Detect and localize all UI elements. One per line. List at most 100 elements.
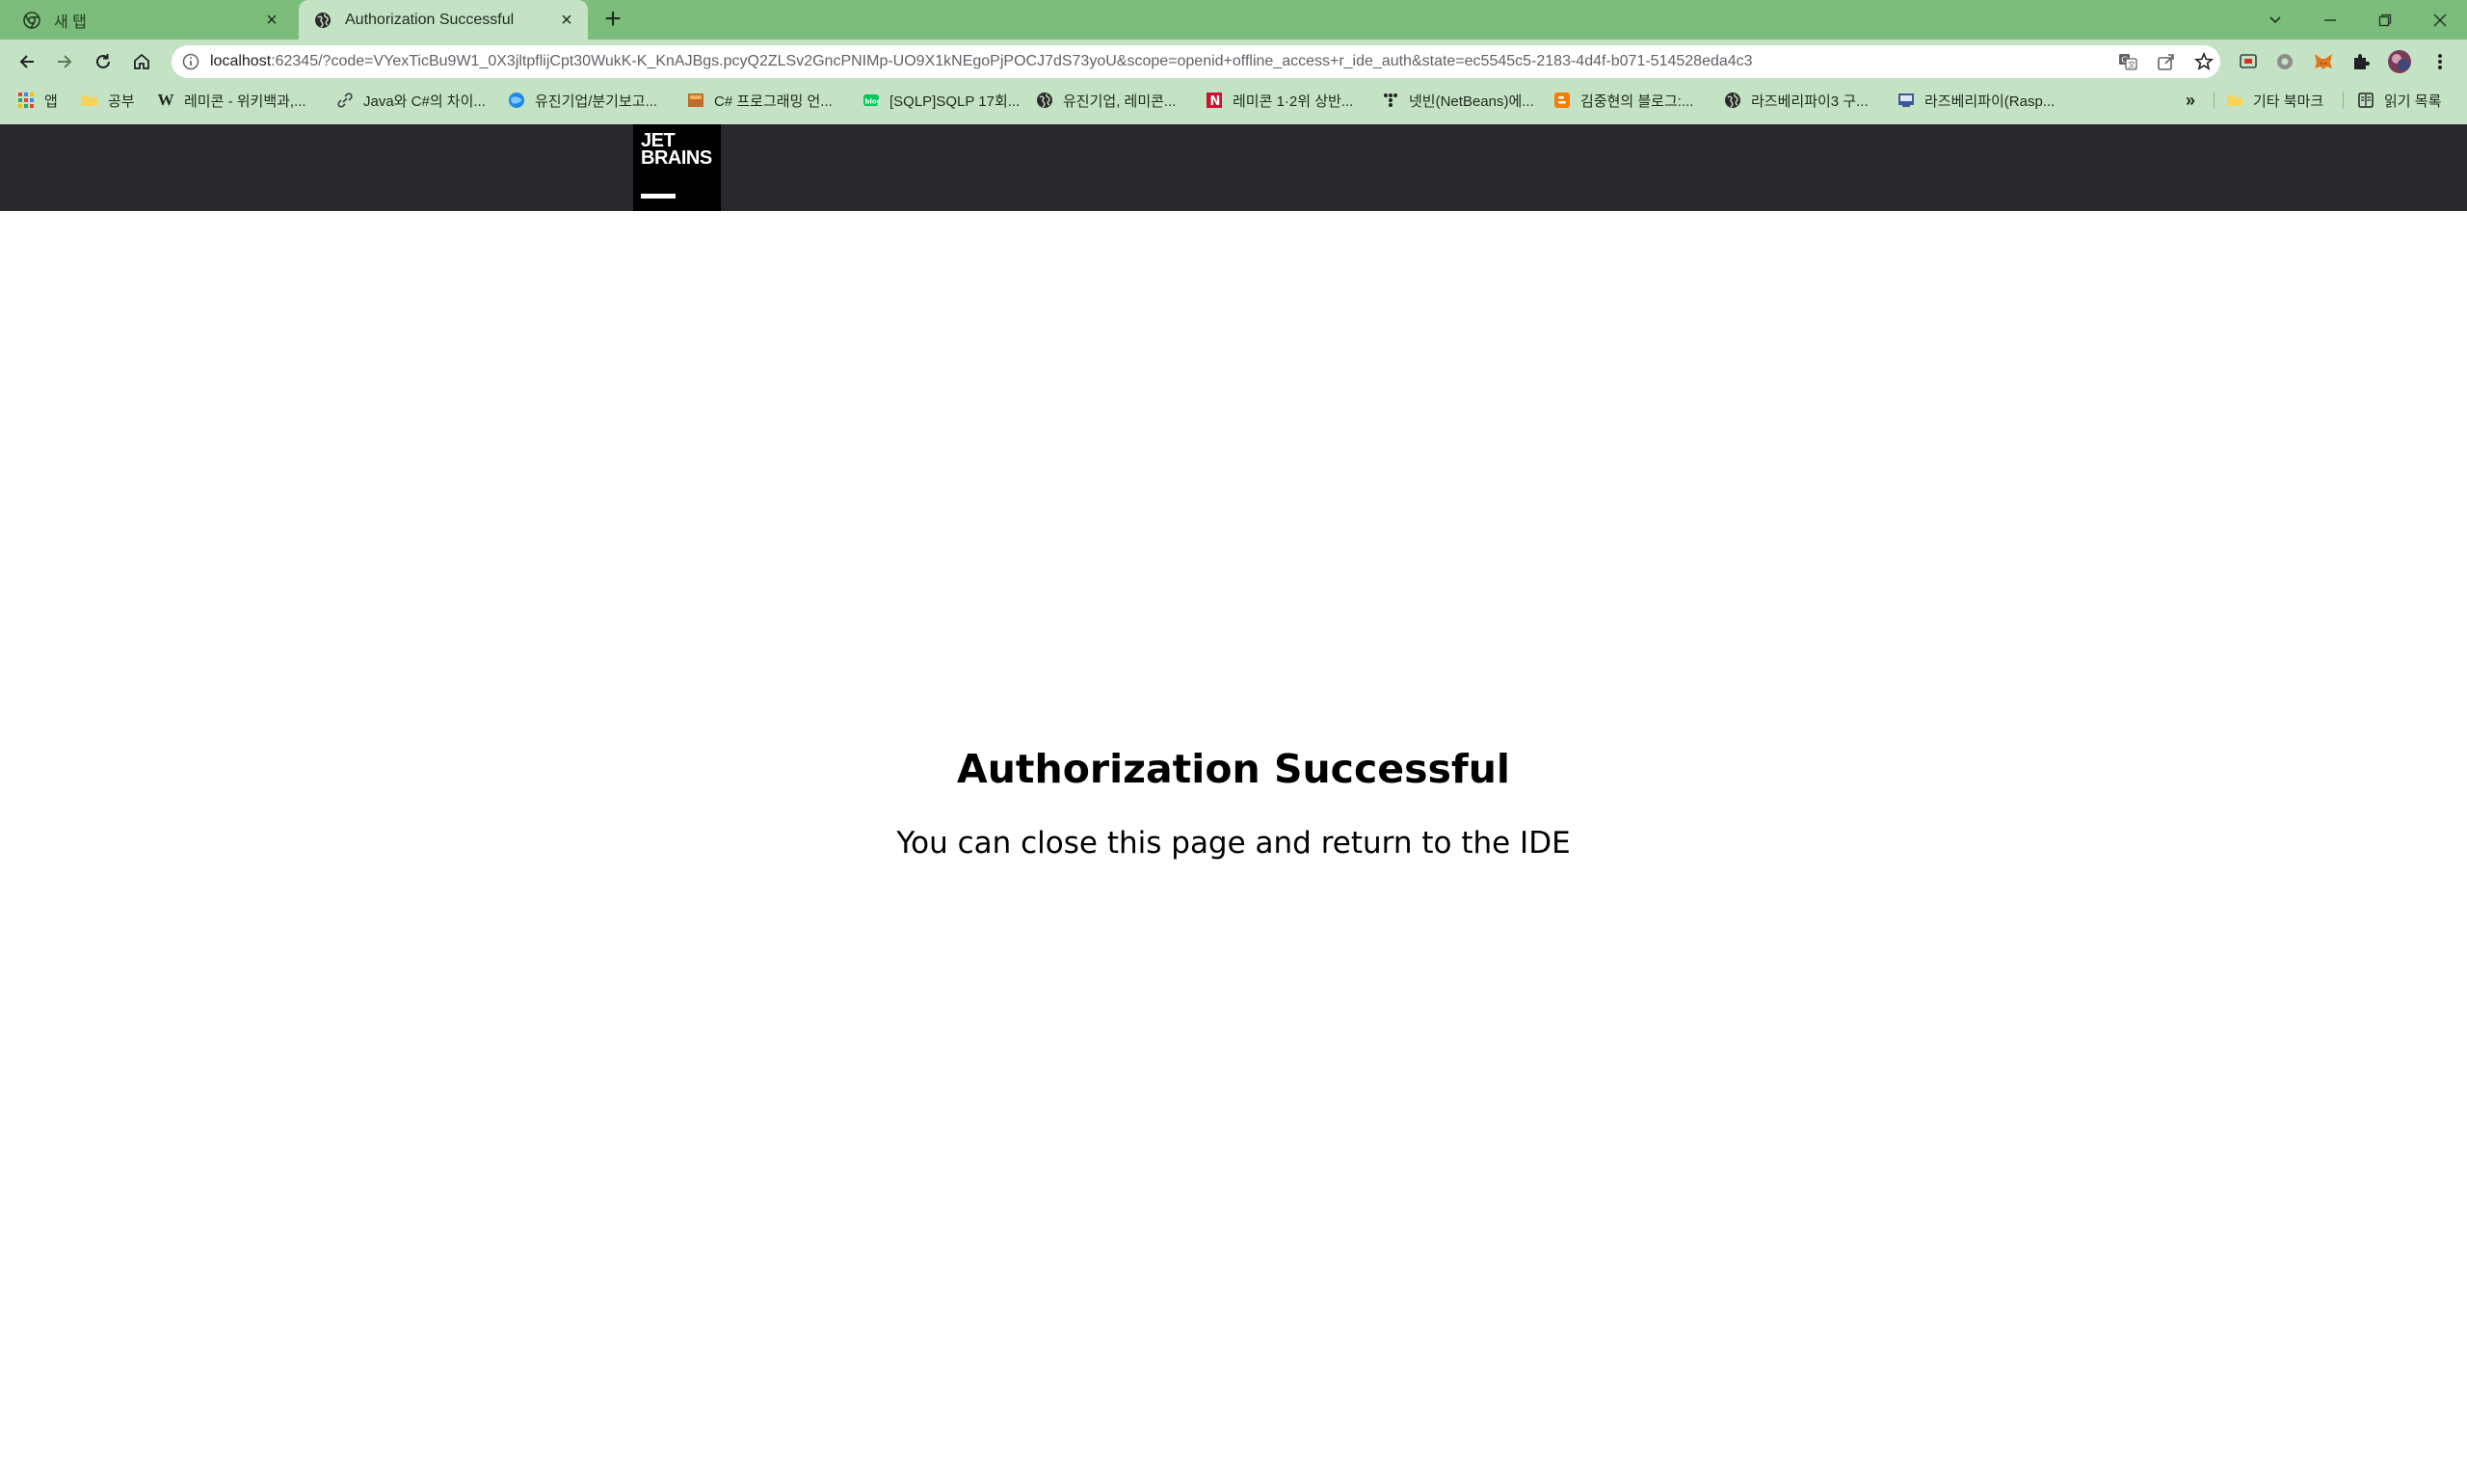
svg-text:文: 文	[2128, 60, 2135, 69]
blue-globe-icon	[508, 92, 525, 109]
new-tab-button[interactable]: +	[599, 3, 626, 35]
metamask-fox-icon[interactable]	[2311, 49, 2336, 74]
bookmark-label: 유진기업/분기보고...	[535, 93, 658, 110]
minimize-icon	[2323, 18, 2336, 21]
bookmark-wikipedia[interactable]: W 레미콘 - 위키백과,...	[157, 84, 306, 117]
blog-icon: blog	[862, 92, 880, 109]
bookmark-label: 공부	[108, 93, 135, 110]
bookmark-label: 김중현의 블로그:...	[1580, 93, 1694, 110]
bookmark-label: 라즈베리파이3 구...	[1751, 93, 1869, 110]
link-icon	[336, 92, 354, 109]
bookmark-sqlp[interactable]: blog [SQLP]SQLP 17회...	[862, 84, 1020, 117]
browser-toolbar: localhost:62345/?code=VYexTicBu9W1_0X3jl…	[0, 40, 2467, 84]
folder-icon	[81, 92, 98, 109]
reload-icon	[96, 54, 110, 68]
bookmark-netbeans[interactable]: 넷빈(NetBeans)에...	[1382, 84, 1534, 117]
chrome-icon	[23, 11, 40, 29]
globe-icon	[314, 12, 332, 29]
bookmark-java-csharp[interactable]: Java와 C#의 차이...	[336, 84, 486, 117]
bookmark-label: 유진기업, 레미콘...	[1063, 93, 1177, 110]
bookmark-label: 읽기 목록	[2384, 93, 2442, 110]
share-icon[interactable]	[2157, 52, 2176, 71]
page-subtitle: You can close this page and return to th…	[896, 826, 1571, 861]
tab-title: 새 탭	[54, 13, 87, 31]
avatar[interactable]	[2387, 49, 2412, 74]
restore-button[interactable]	[2357, 0, 2412, 40]
tab-search-button[interactable]	[2247, 0, 2302, 40]
reading-list-icon	[2357, 92, 2374, 109]
bookmark-label: 넷빈(NetBeans)에...	[1409, 93, 1534, 110]
bookmark-label: 레미콘 - 위키백과,...	[184, 93, 306, 110]
tab-title: Authorization Successful	[345, 11, 515, 28]
bookmark-raspberry-pi-3[interactable]: 라즈베리파이3 구...	[1724, 84, 1869, 117]
bookmarks-divider	[2343, 92, 2344, 109]
logo-underscore	[641, 194, 676, 199]
chevron-down-icon	[2268, 15, 2281, 23]
bookmark-label: C# 프로그래밍 언...	[714, 93, 833, 110]
restore-icon	[2378, 13, 2391, 26]
bookmark-label: Java와 C#의 차이...	[363, 93, 486, 110]
close-icon[interactable]: ×	[553, 7, 580, 34]
globe-icon	[1724, 92, 1741, 109]
logo-text: JET BRAINS	[641, 131, 712, 169]
star-icon[interactable]	[2194, 52, 2214, 71]
arrow-left-icon	[19, 55, 34, 68]
bookmarks-bar: 앱 공부 W 레미콘 - 위키백과,... Java와 C#의 차이... 유진…	[0, 84, 2467, 124]
tab-authorization[interactable]: Authorization Successful ×	[299, 0, 588, 40]
tab-strip: 새 탭 × Authorization Successful × +	[0, 0, 2467, 40]
bookmark-label: 레미콘 1·2위 상반...	[1233, 93, 1354, 110]
reload-button[interactable]	[88, 46, 119, 77]
bookmark-eugene-report[interactable]: 유진기업/분기보고...	[508, 84, 657, 117]
home-button[interactable]	[126, 46, 157, 77]
bookmark-folder-study[interactable]: 공부	[81, 84, 135, 117]
page-title: Authorization Successful	[957, 746, 1510, 792]
bookmarks-divider	[2214, 92, 2215, 109]
svg-text:blog: blog	[865, 98, 881, 106]
globe-icon	[1036, 92, 1053, 109]
apps-grid-icon	[17, 92, 35, 109]
minimize-button[interactable]	[2302, 0, 2357, 40]
translate-icon[interactable]: G文	[2118, 52, 2137, 71]
bookmark-other-bookmarks[interactable]: 기타 북마크	[2226, 84, 2323, 117]
back-button[interactable]	[12, 46, 42, 77]
bookmark-remicon-news[interactable]: N 레미콘 1·2위 상반...	[1206, 84, 1353, 117]
window-controls	[2247, 0, 2467, 40]
address-bar[interactable]: localhost:62345/?code=VYexTicBu9W1_0X3jl…	[172, 45, 2220, 78]
book-icon	[687, 92, 704, 109]
svg-text:N: N	[1210, 94, 1221, 109]
arrow-right-icon	[58, 55, 72, 68]
tab-new-tab[interactable]: 새 탭 ×	[8, 0, 293, 40]
close-icon	[2433, 13, 2446, 26]
bookmark-kim-blog[interactable]: 김중현의 블로그:...	[1553, 84, 1693, 117]
cast-icon[interactable]	[2236, 49, 2261, 74]
bookmarks-overflow-button[interactable]: »	[2186, 84, 2195, 117]
jetbrains-header: JET BRAINS	[0, 124, 2467, 211]
page-body: Authorization Successful You can close t…	[0, 211, 2467, 1484]
home-icon	[134, 53, 149, 69]
bookmark-label: 앱	[44, 93, 58, 110]
jetbrains-logo[interactable]: JET BRAINS	[633, 124, 721, 211]
more-vert-icon[interactable]	[2427, 49, 2453, 74]
blogger-icon	[1553, 92, 1571, 109]
bookmark-raspberry-pi[interactable]: 라즈베리파이(Rasp...	[1897, 84, 2055, 117]
close-icon[interactable]: ×	[258, 7, 285, 34]
forward-button[interactable]	[49, 46, 80, 77]
url-rest: :62345/?code=VYexTicBu9W1_0X3jltpflijCpt…	[271, 53, 1753, 69]
reading-list-button[interactable]: 읽기 목록	[2357, 84, 2441, 117]
bookmark-label: [SQLP]SQLP 17회...	[889, 93, 1021, 110]
extension-circle-icon[interactable]	[2272, 49, 2297, 74]
tistory-icon	[1382, 92, 1399, 109]
folder-icon	[2226, 92, 2243, 109]
bookmark-csharp-programming[interactable]: C# 프로그래밍 언...	[687, 84, 833, 117]
info-icon[interactable]	[181, 52, 200, 71]
news-icon: N	[1206, 92, 1223, 109]
bookmark-eugene-remicon[interactable]: 유진기업, 레미콘...	[1036, 84, 1176, 117]
url-host: localhost	[210, 53, 272, 69]
wikipedia-icon: W	[157, 91, 174, 109]
url-text[interactable]: localhost:62345/?code=VYexTicBu9W1_0X3jl…	[210, 45, 2080, 78]
close-window-button[interactable]	[2412, 0, 2467, 40]
puzzle-icon[interactable]	[2348, 49, 2374, 74]
bookmark-apps[interactable]: 앱	[17, 84, 58, 117]
logo-text-line2: BRAINS	[641, 147, 712, 169]
site-icon	[1897, 92, 1915, 109]
